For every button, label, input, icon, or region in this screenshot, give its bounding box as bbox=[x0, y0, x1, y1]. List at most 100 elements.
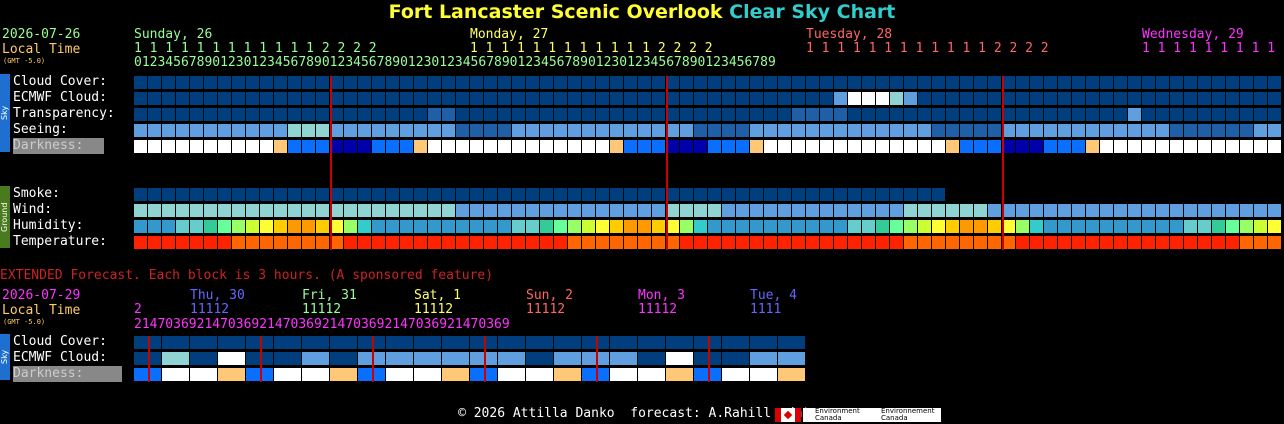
grid-cell[interactable] bbox=[722, 188, 735, 201]
grid-cell[interactable] bbox=[722, 220, 735, 233]
grid-cell[interactable] bbox=[302, 220, 315, 233]
grid-cell[interactable] bbox=[946, 124, 959, 137]
grid-cell[interactable] bbox=[484, 92, 497, 105]
grid-cell[interactable] bbox=[316, 236, 329, 249]
grid-cell[interactable] bbox=[148, 220, 161, 233]
grid-cell[interactable] bbox=[708, 220, 721, 233]
grid-cell[interactable] bbox=[316, 124, 329, 137]
grid-cell[interactable] bbox=[988, 140, 1001, 153]
grid-cell[interactable] bbox=[470, 236, 483, 249]
grid-cell[interactable] bbox=[358, 108, 371, 121]
grid-cell[interactable] bbox=[288, 236, 301, 249]
grid-cell[interactable] bbox=[1212, 204, 1225, 217]
grid-cell[interactable] bbox=[624, 204, 637, 217]
grid-cell[interactable] bbox=[750, 220, 763, 233]
grid-cell[interactable] bbox=[204, 140, 217, 153]
grid-cell[interactable] bbox=[1254, 204, 1267, 217]
grid-cell[interactable] bbox=[946, 108, 959, 121]
grid-cell[interactable] bbox=[1072, 108, 1085, 121]
grid-cell[interactable] bbox=[960, 236, 973, 249]
grid-cell[interactable] bbox=[162, 124, 175, 137]
grid-cell[interactable] bbox=[932, 124, 945, 137]
grid-cell[interactable] bbox=[414, 336, 441, 349]
grid-cell[interactable] bbox=[456, 236, 469, 249]
grid-cell[interactable] bbox=[218, 204, 231, 217]
grid-cell[interactable] bbox=[1128, 92, 1141, 105]
grid-cell[interactable] bbox=[1198, 236, 1211, 249]
grid-cell[interactable] bbox=[1030, 108, 1043, 121]
grid-cell[interactable] bbox=[652, 92, 665, 105]
grid-cell[interactable] bbox=[1044, 92, 1057, 105]
grid-cell[interactable] bbox=[890, 124, 903, 137]
grid-cell[interactable] bbox=[792, 204, 805, 217]
grid-cell[interactable] bbox=[568, 236, 581, 249]
grid-cell[interactable] bbox=[428, 108, 441, 121]
grid-cell[interactable] bbox=[1170, 108, 1183, 121]
grid-cell[interactable] bbox=[512, 220, 525, 233]
grid-cell[interactable] bbox=[624, 220, 637, 233]
grid-cell[interactable] bbox=[1240, 108, 1253, 121]
grid-cell[interactable] bbox=[1226, 204, 1239, 217]
grid-cell[interactable] bbox=[806, 236, 819, 249]
grid-cell[interactable] bbox=[344, 140, 357, 153]
grid-cell[interactable] bbox=[456, 76, 469, 89]
grid-cell[interactable] bbox=[190, 92, 203, 105]
grid-cell[interactable] bbox=[288, 140, 301, 153]
grid-cell[interactable] bbox=[274, 76, 287, 89]
grid-cell[interactable] bbox=[792, 108, 805, 121]
grid-cell[interactable] bbox=[638, 76, 651, 89]
grid-cell[interactable] bbox=[708, 108, 721, 121]
grid-cell[interactable] bbox=[778, 92, 791, 105]
grid-cell[interactable] bbox=[1044, 76, 1057, 89]
grid-cell[interactable] bbox=[442, 220, 455, 233]
grid-cell[interactable] bbox=[512, 92, 525, 105]
grid-cell[interactable] bbox=[1226, 92, 1239, 105]
grid-cell[interactable] bbox=[1142, 204, 1155, 217]
grid-cell[interactable] bbox=[358, 92, 371, 105]
grid-cell[interactable] bbox=[274, 204, 287, 217]
grid-cell[interactable] bbox=[442, 124, 455, 137]
grid-cell[interactable] bbox=[274, 92, 287, 105]
grid-cell[interactable] bbox=[540, 188, 553, 201]
grid-cell[interactable] bbox=[358, 140, 371, 153]
grid-cell[interactable] bbox=[596, 92, 609, 105]
grid-cell[interactable] bbox=[1184, 204, 1197, 217]
grid-cell[interactable] bbox=[988, 76, 1001, 89]
grid-cell[interactable] bbox=[428, 220, 441, 233]
grid-cell[interactable] bbox=[1170, 236, 1183, 249]
grid-cell[interactable] bbox=[750, 368, 777, 381]
grid-cell[interactable] bbox=[1016, 124, 1029, 137]
grid-cell[interactable] bbox=[596, 188, 609, 201]
grid-cell[interactable] bbox=[386, 352, 413, 365]
grid-cell[interactable] bbox=[974, 124, 987, 137]
grid-cell[interactable] bbox=[372, 188, 385, 201]
grid-cell[interactable] bbox=[190, 204, 203, 217]
grid-cell[interactable] bbox=[1198, 220, 1211, 233]
grid-cell[interactable] bbox=[764, 92, 777, 105]
grid-cell[interactable] bbox=[820, 140, 833, 153]
grid-cell[interactable] bbox=[778, 140, 791, 153]
grid-cell[interactable] bbox=[1268, 204, 1281, 217]
grid-cell[interactable] bbox=[232, 188, 245, 201]
grid-cell[interactable] bbox=[638, 220, 651, 233]
grid-cell[interactable] bbox=[1058, 236, 1071, 249]
grid-cell[interactable] bbox=[302, 204, 315, 217]
grid-cell[interactable] bbox=[596, 140, 609, 153]
grid-cell[interactable] bbox=[764, 220, 777, 233]
grid-cell[interactable] bbox=[1240, 204, 1253, 217]
grid-cell[interactable] bbox=[288, 92, 301, 105]
grid-cell[interactable] bbox=[834, 108, 847, 121]
grid-cell[interactable] bbox=[428, 92, 441, 105]
grid-cell[interactable] bbox=[1212, 108, 1225, 121]
grid-cell[interactable] bbox=[610, 236, 623, 249]
grid-cell[interactable] bbox=[498, 108, 511, 121]
grid-cell[interactable] bbox=[246, 188, 259, 201]
grid-cell[interactable] bbox=[400, 140, 413, 153]
grid-cell[interactable] bbox=[134, 204, 147, 217]
grid-cell[interactable] bbox=[540, 220, 553, 233]
grid-cell[interactable] bbox=[414, 352, 441, 365]
grid-cell[interactable] bbox=[1100, 236, 1113, 249]
grid-cell[interactable] bbox=[568, 108, 581, 121]
grid-cell[interactable] bbox=[638, 188, 651, 201]
grid-cell[interactable] bbox=[680, 236, 693, 249]
